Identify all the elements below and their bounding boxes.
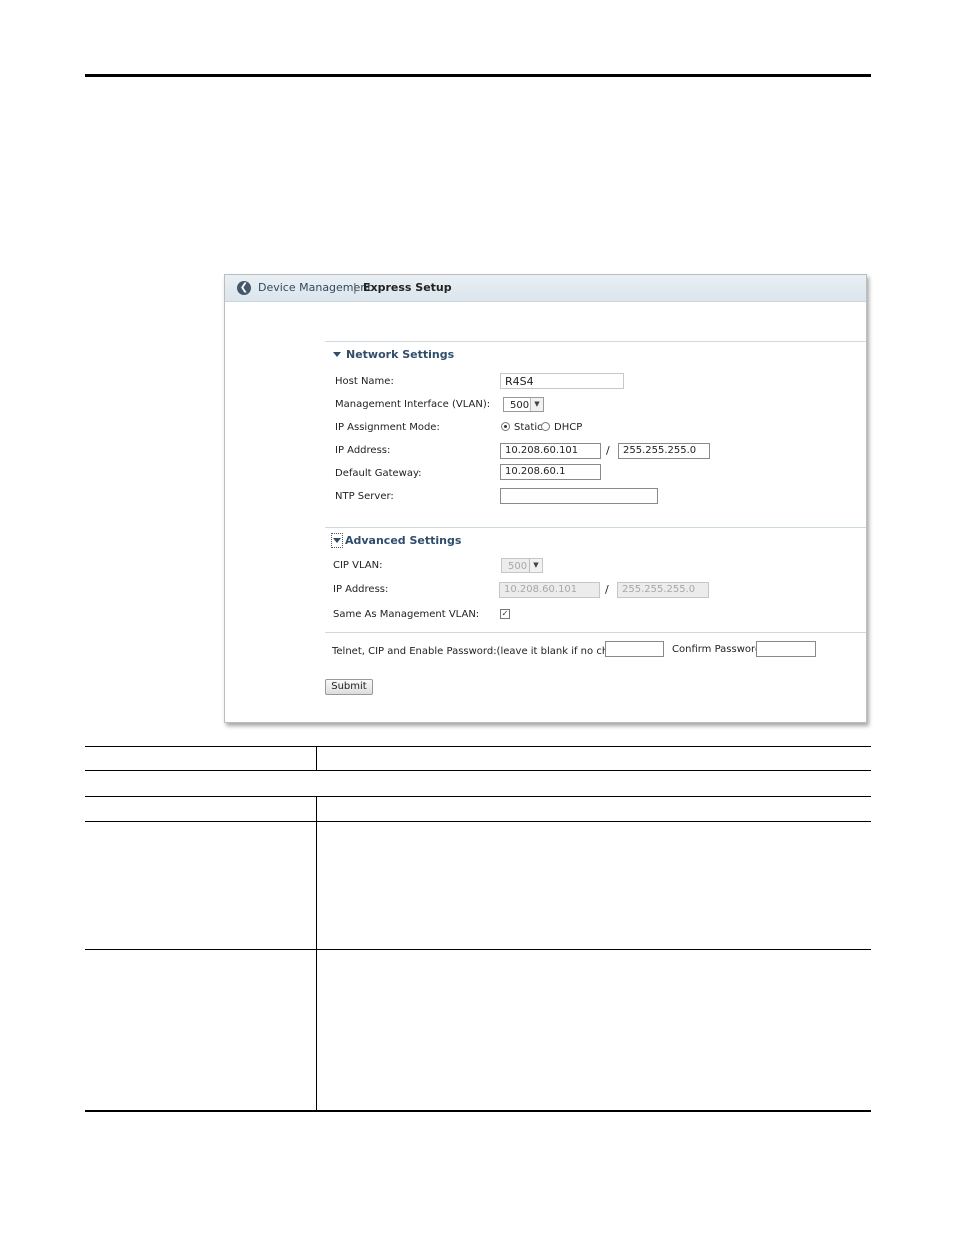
chevron-down-icon: ▼ — [529, 559, 542, 572]
table-rule — [85, 821, 871, 822]
ip-address-input[interactable]: 10.208.60.101 — [500, 443, 601, 459]
host-name-label: Host Name: — [335, 376, 394, 387]
triangle-down-icon — [333, 352, 341, 357]
submit-button[interactable]: Submit — [325, 679, 373, 695]
ntp-server-input[interactable] — [500, 488, 658, 504]
section-divider — [325, 341, 866, 342]
table-rule — [85, 949, 871, 950]
section-divider — [325, 632, 866, 633]
ntp-server-label: NTP Server: — [335, 491, 394, 502]
network-settings-header[interactable]: Network Settings — [333, 348, 454, 361]
confirm-password-label: Confirm Password: — [672, 644, 765, 655]
chevron-down-icon: ▼ — [530, 398, 543, 411]
section-divider — [325, 527, 866, 528]
top-rule — [85, 74, 871, 77]
advanced-settings-title: Advanced Settings — [345, 534, 462, 547]
table-rule — [85, 796, 871, 797]
static-radio[interactable] — [501, 422, 510, 431]
dhcp-radio[interactable] — [541, 422, 550, 431]
back-arrow-icon[interactable]: ❮ — [237, 281, 251, 295]
gateway-label: Default Gateway: — [335, 468, 422, 479]
password-input[interactable] — [605, 641, 664, 657]
adv-ip-address-input: 10.208.60.101 — [499, 582, 600, 598]
same-as-mgmt-checkbox[interactable]: ✓ — [500, 609, 510, 619]
dhcp-radio-label: DHCP — [554, 422, 583, 433]
advanced-settings-toggle[interactable] — [331, 533, 343, 548]
breadcrumb-express-setup: Express Setup — [363, 281, 452, 294]
network-settings-title: Network Settings — [346, 348, 455, 361]
mgmt-vlan-value: 500 — [510, 400, 530, 411]
ip-slash: / — [606, 444, 610, 457]
table-rule — [85, 1110, 871, 1112]
breadcrumb-separator: | — [353, 281, 357, 294]
gateway-input[interactable]: 10.208.60.1 — [500, 464, 601, 480]
same-as-mgmt-label: Same As Management VLAN: — [333, 609, 480, 620]
table-column-rule — [316, 746, 317, 771]
mgmt-vlan-label: Management Interface (VLAN): — [335, 399, 491, 410]
triangle-down-icon — [333, 538, 341, 543]
cip-vlan-label: CIP VLAN: — [333, 560, 383, 571]
host-name-input[interactable]: R4S4 — [500, 373, 624, 389]
cip-vlan-select: 500 ▼ — [501, 558, 543, 573]
checkmark-icon: ✓ — [501, 609, 509, 618]
express-setup-screenshot: ❮ Device Management | Express Setup Netw… — [224, 274, 867, 723]
static-radio-label: Static — [514, 422, 543, 433]
subnet-mask-input[interactable]: 255.255.255.0 — [618, 443, 710, 459]
table-rule — [85, 770, 871, 771]
password-label: Telnet, CIP and Enable Password:(leave i… — [332, 646, 638, 657]
table-rule — [85, 746, 871, 747]
ip-mode-label: IP Assignment Mode: — [335, 422, 440, 433]
cip-vlan-value: 500 — [508, 561, 528, 572]
adv-ip-address-label: IP Address: — [333, 584, 389, 595]
breadcrumb: ❮ Device Management | Express Setup — [225, 275, 866, 302]
ip-address-label: IP Address: — [335, 445, 391, 456]
adv-ip-slash: / — [605, 583, 609, 596]
table-column-rule — [316, 796, 317, 1111]
mgmt-vlan-select[interactable]: 500 ▼ — [503, 397, 544, 412]
confirm-password-input[interactable] — [756, 641, 816, 657]
adv-subnet-mask-input: 255.255.255.0 — [617, 582, 709, 598]
